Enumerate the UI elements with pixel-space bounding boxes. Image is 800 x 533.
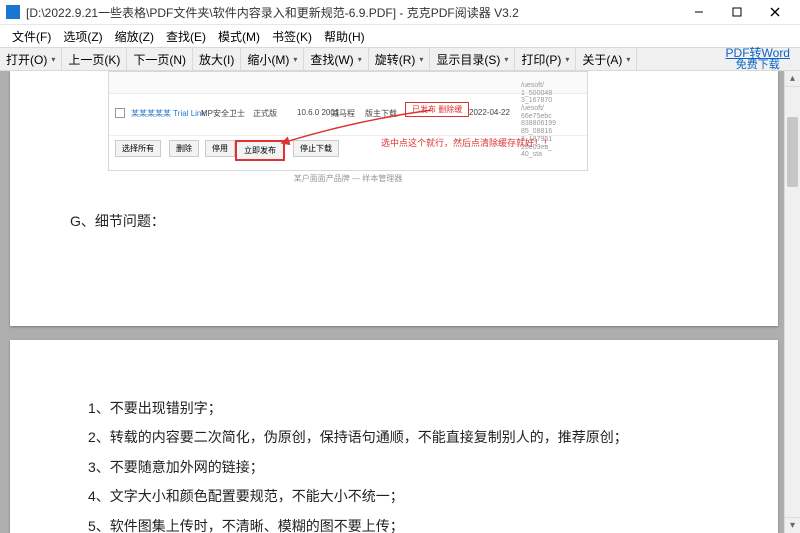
chevron-down-icon: ▾ <box>565 55 569 64</box>
content-list: 1、不要出现错别字； 2、转载的内容要二次简化，伪原创，保持语句通顺，不能直接复… <box>88 394 628 533</box>
menu-help[interactable]: 帮助(H) <box>318 26 371 47</box>
pdf-page: 某某某某某 Trial Link MP安全卫士 正式版 10.6.0 2001 … <box>10 71 778 326</box>
toolbar: 打开(O)▾ 上一页(K) 下一页(N) 放大(I) 缩小(M)▾ 查找(W)▾… <box>0 47 800 71</box>
emb-btn-disable: 停用 <box>205 140 235 157</box>
app-icon <box>6 5 20 19</box>
cell-date: 2022-04-22 <box>469 108 510 117</box>
emb-btn-delete: 删除 <box>169 140 199 157</box>
window-titlebar: [D:\2022.9.21一些表格\PDF文件夹\软件内容录入和更新规范-6.9… <box>0 0 800 25</box>
chevron-down-icon: ▾ <box>51 55 55 64</box>
chevron-down-icon: ▾ <box>419 55 423 64</box>
cell-status: 正式版 <box>253 108 277 119</box>
scroll-down-button[interactable]: ▾ <box>785 517 800 533</box>
embedded-screenshot: 某某某某某 Trial Link MP安全卫士 正式版 10.6.0 2001 … <box>108 71 588 171</box>
list-item: 2、转载的内容要二次简化，伪原创，保持语句通顺，不能直接复制别人的，推荐原创； <box>88 423 628 452</box>
scroll-thumb[interactable] <box>787 117 798 187</box>
tool-rotate[interactable]: 旋转(R)▾ <box>369 48 431 70</box>
document-viewport[interactable]: 某某某某某 Trial Link MP安全卫士 正式版 10.6.0 2001 … <box>0 71 800 533</box>
tool-next-page[interactable]: 下一页(N) <box>127 48 193 70</box>
menu-zoom[interactable]: 缩放(Z) <box>109 26 160 47</box>
list-item: 4、文字大小和颜色配置要规范，不能大小不统一； <box>88 482 628 511</box>
menu-options[interactable]: 选项(Z) <box>57 26 108 47</box>
embedded-footer: 某户面面产品牌 — 样本管理器 <box>108 173 588 184</box>
promo-sub[interactable]: 免费下载 <box>736 60 780 72</box>
tool-find[interactable]: 查找(W)▾ <box>304 48 368 70</box>
cell-vendor: MP安全卫士 <box>201 108 245 119</box>
emb-btn-select-all: 选择所有 <box>115 140 161 157</box>
embedded-header <box>109 72 587 94</box>
chevron-down-icon: ▾ <box>293 55 297 64</box>
chevron-down-icon: ▾ <box>626 55 630 64</box>
scroll-up-button[interactable]: ▴ <box>785 71 800 87</box>
chevron-down-icon: ▾ <box>358 55 362 64</box>
tool-print[interactable]: 打印(P)▾ <box>515 48 576 70</box>
menubar: 文件(F) 选项(Z) 缩放(Z) 查找(E) 模式(M) 书签(K) 帮助(H… <box>0 25 800 47</box>
maximize-button[interactable] <box>718 0 756 25</box>
window-title: [D:\2022.9.21一些表格\PDF文件夹\软件内容录入和更新规范-6.9… <box>26 4 680 21</box>
list-item: 1、不要出现错别字； <box>88 394 628 423</box>
promo-box: PDF转Word 免费下载 <box>716 48 800 70</box>
tool-zoom-out[interactable]: 缩小(M)▾ <box>241 48 304 70</box>
checkbox-icon <box>115 108 125 118</box>
tool-zoom-in[interactable]: 放大(I) <box>193 48 241 70</box>
list-item: 5、软件图集上传时，不清晰、模糊的图不要上传； <box>88 512 628 533</box>
tool-open[interactable]: 打开(O)▾ <box>0 48 62 70</box>
menu-mode[interactable]: 模式(M) <box>212 26 266 47</box>
tool-show-toc[interactable]: 显示目录(S)▾ <box>430 48 515 70</box>
vertical-scrollbar[interactable]: ▴ ▾ <box>784 71 800 533</box>
annotation-arrow-icon <box>277 110 437 146</box>
minimize-button[interactable] <box>680 0 718 25</box>
window-controls <box>680 0 794 25</box>
list-item: 3、不要随意加外网的链接； <box>88 453 628 482</box>
chevron-down-icon: ▾ <box>504 55 508 64</box>
pdf-page: 1、不要出现错别字； 2、转载的内容要二次简化，伪原创，保持语句通顺，不能直接复… <box>10 340 778 533</box>
menu-file[interactable]: 文件(F) <box>6 26 57 47</box>
tool-prev-page[interactable]: 上一页(K) <box>62 48 127 70</box>
promo-link-pdf2word[interactable]: PDF转Word <box>726 47 790 60</box>
section-heading-g: G、细节问题： <box>70 211 165 231</box>
menu-find[interactable]: 查找(E) <box>160 26 212 47</box>
menu-bookmark[interactable]: 书签(K) <box>266 26 318 47</box>
cell-name: 某某某某某 Trial Link <box>131 108 205 119</box>
close-button[interactable] <box>756 0 794 25</box>
tool-about[interactable]: 关于(A)▾ <box>576 48 637 70</box>
